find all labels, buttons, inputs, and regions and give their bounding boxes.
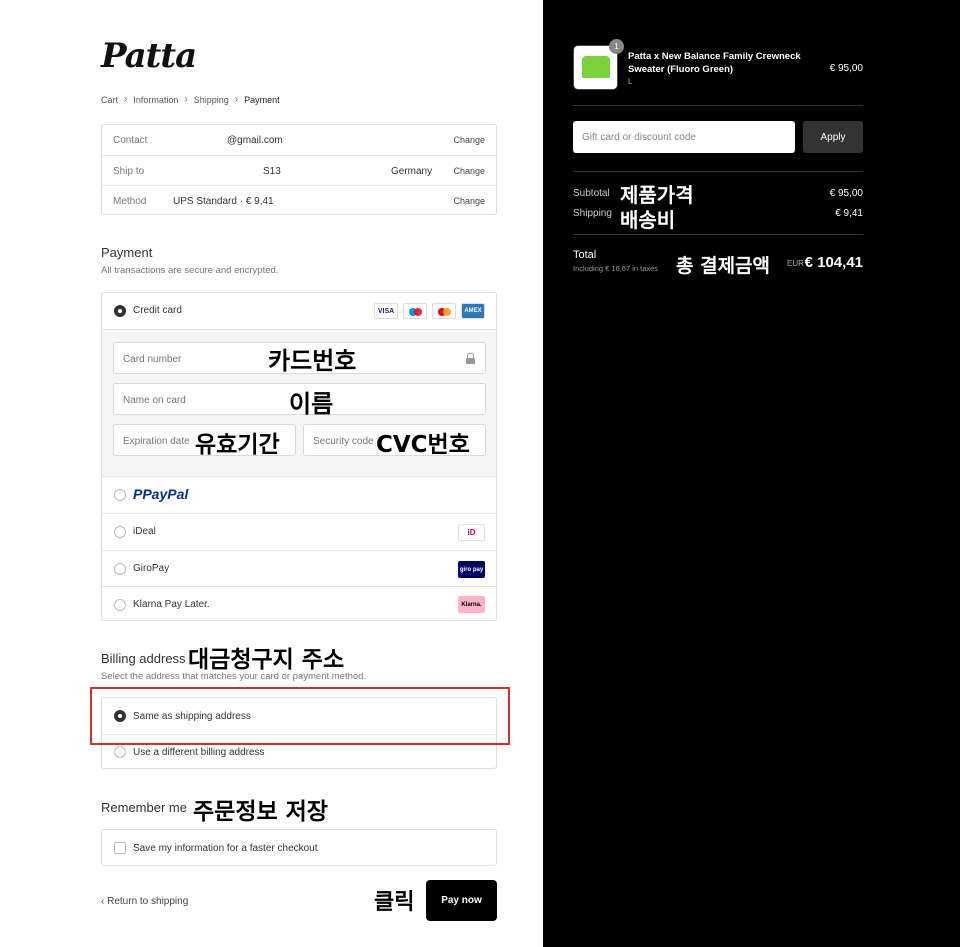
ideal-option[interactable]: iDeal iD <box>102 513 496 550</box>
method-value: UPS Standard · € 9,41 <box>173 196 274 207</box>
card-brand-icons: VISA AMEX <box>374 303 485 319</box>
product-price: € 95,00 <box>829 63 863 74</box>
change-contact-link[interactable]: Change <box>453 135 485 145</box>
expiry-placeholder: Expiration date <box>123 436 190 447</box>
klarna-label: Klarna Pay Later. <box>133 599 210 610</box>
breadcrumb: Cart › Information › Shipping › Payment <box>101 94 280 105</box>
ideal-logo-icon: iD <box>458 524 485 541</box>
gift-card-input[interactable]: Gift card or discount code <box>573 121 795 153</box>
annotation-cvc: CVC번호 <box>376 432 470 458</box>
amex-icon: AMEX <box>461 303 485 319</box>
product-name: Patta x New Balance Family Crewneck Swea… <box>628 51 801 75</box>
billing-subtitle: Select the address that matches your car… <box>101 671 367 682</box>
payment-title: Payment <box>101 245 153 260</box>
review-contact-row: Contact @gmail.com Change <box>102 125 496 155</box>
giropay-logo-icon: giro pay <box>458 561 485 578</box>
ship-to-value: S13 <box>263 166 281 177</box>
return-to-shipping-link[interactable]: ‹ Return to shipping <box>101 896 188 907</box>
currency-code: EUR <box>787 259 804 268</box>
gift-card-placeholder: Gift card or discount code <box>582 132 696 143</box>
chevron-right-icon: › <box>124 94 128 105</box>
chevron-right-icon: › <box>234 94 239 105</box>
breadcrumb-payment: Payment <box>244 94 280 105</box>
different-address-radio[interactable] <box>114 746 126 758</box>
divider <box>573 234 863 235</box>
klarna-option[interactable]: Klarna Pay Later. Klarna. <box>102 586 496 621</box>
paypal-option[interactable]: PPayPal <box>102 476 496 513</box>
annotation-click: 클릭 <box>374 890 415 915</box>
contact-label: Contact <box>113 135 148 146</box>
shipping-value: € 9,41 <box>835 208 863 219</box>
giropay-option[interactable]: GiroPay giro pay <box>102 550 496 586</box>
name-placeholder: Name on card <box>123 395 186 406</box>
giropay-radio[interactable] <box>114 563 126 575</box>
ship-to-country: Germany <box>391 166 433 177</box>
billing-title: Billing address <box>101 651 186 666</box>
ship-to-label: Ship to <box>113 166 145 177</box>
pay-now-button[interactable]: Pay now <box>426 880 497 921</box>
card-number-placeholder: Card number <box>123 354 182 365</box>
quantity-badge: 1 <box>609 39 624 54</box>
security-placeholder: Security code <box>313 436 374 447</box>
annotation-name: 이름 <box>289 390 334 418</box>
ideal-radio[interactable] <box>114 526 126 538</box>
total-label: Total <box>573 249 597 261</box>
visa-icon: VISA <box>374 303 398 319</box>
divider <box>573 105 863 106</box>
save-info-checkbox[interactable] <box>114 842 126 854</box>
method-label: Method <box>113 196 147 207</box>
product-variant: L <box>628 77 633 86</box>
breadcrumb-information[interactable]: Information <box>133 95 178 105</box>
annotation-card-number: 카드번호 <box>268 347 357 375</box>
maestro-icon <box>403 303 427 319</box>
change-ship-link[interactable]: Change <box>453 166 485 176</box>
annotation-billing: 대금청구지 주소 <box>188 647 345 673</box>
divider <box>573 171 863 172</box>
contact-value: @gmail.com <box>227 135 283 146</box>
shipping-label: Shipping <box>573 208 612 219</box>
review-method-row: Method UPS Standard · € 9,41 Change <box>102 185 496 215</box>
order-summary: 1 Patta x New Balance Family Crewneck Sw… <box>543 0 960 947</box>
paypal-logo: PPayPal <box>133 486 189 502</box>
review-block: Contact @gmail.com Change Ship to S13 Ge… <box>101 124 497 215</box>
breadcrumb-cart[interactable]: Cart <box>101 95 118 105</box>
credit-card-radio[interactable] <box>114 305 126 317</box>
subtotal-value: € 95,00 <box>829 188 863 199</box>
annotation-shipping: 배송비 <box>620 208 676 232</box>
subtotal-label: Subtotal <box>573 188 610 199</box>
apply-button[interactable]: Apply <box>803 121 863 153</box>
lock-icon <box>466 353 475 364</box>
payment-subtitle: All transactions are secure and encrypte… <box>101 265 279 276</box>
mastercard-icon <box>432 303 456 319</box>
taxes-note: Including € 16,67 in taxes <box>573 264 659 273</box>
remember-title: Remember me <box>101 800 187 815</box>
annotation-remember: 주문정보 저장 <box>193 799 328 825</box>
giropay-label: GiroPay <box>133 563 170 574</box>
annotation-expiry: 유효기간 <box>195 432 280 458</box>
highlight-box <box>90 687 510 745</box>
klarna-logo-icon: Klarna. <box>458 596 485 613</box>
review-ship-row: Ship to S13 Germany Change <box>102 155 496 185</box>
ideal-label: iDeal <box>133 526 156 537</box>
save-info-label: Save my information for a faster checkou… <box>133 843 318 854</box>
annotation-total: 총 결제금액 <box>676 255 771 277</box>
different-address-label: Use a different billing address <box>133 747 265 758</box>
remember-option[interactable]: Save my information for a faster checkou… <box>101 829 497 866</box>
credit-card-label: Credit card <box>133 305 182 316</box>
breadcrumb-shipping[interactable]: Shipping <box>194 95 229 105</box>
credit-card-option[interactable]: Credit card VISA AMEX <box>102 293 496 329</box>
total-value: € 104,41 <box>804 254 863 271</box>
paypal-radio[interactable] <box>114 489 126 501</box>
chevron-right-icon: › <box>184 94 188 105</box>
checkout-main: Patta Cart › Information › Shipping › Pa… <box>0 0 543 947</box>
change-method-link[interactable]: Change <box>453 196 485 206</box>
sweater-image <box>582 56 610 78</box>
klarna-radio[interactable] <box>114 599 126 611</box>
brand-logo[interactable]: Patta <box>101 36 197 76</box>
